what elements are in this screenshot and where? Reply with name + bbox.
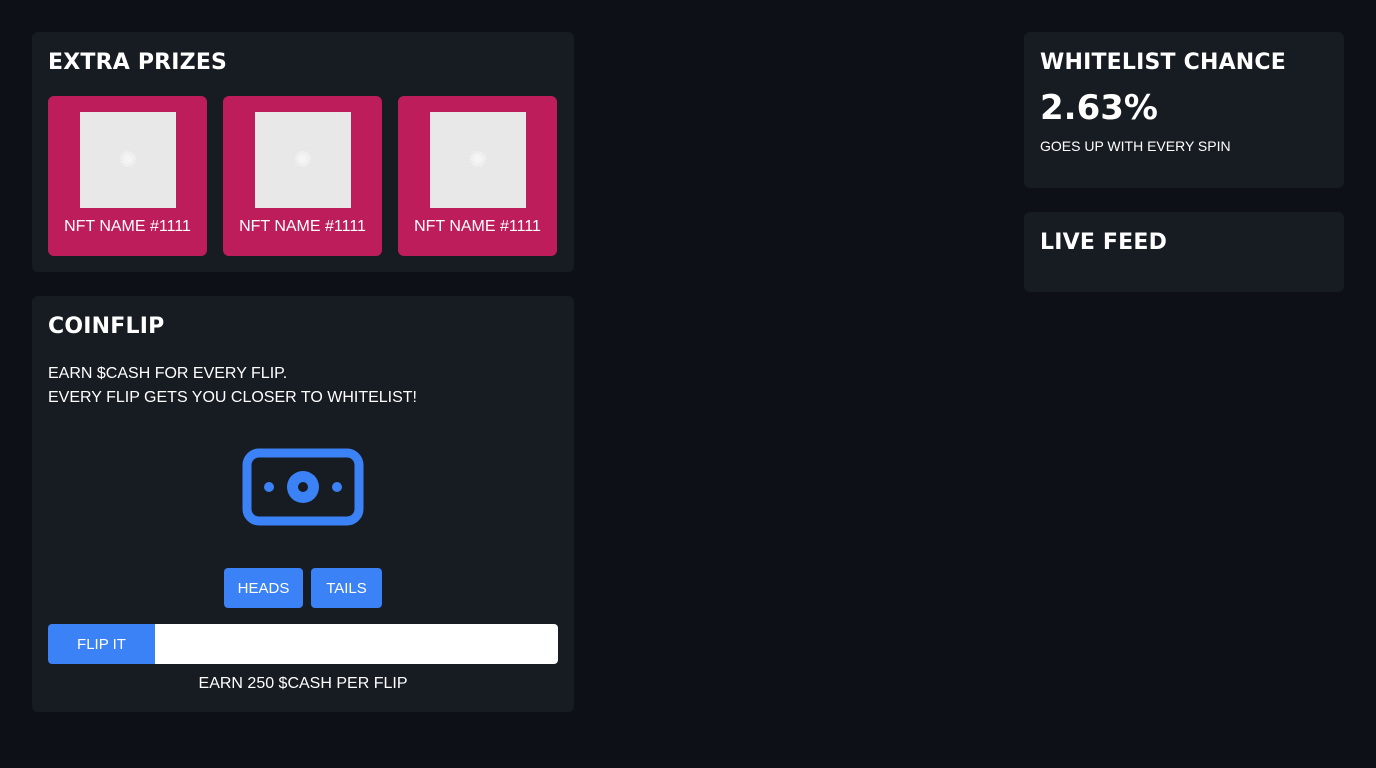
page: EXTRA PRIZES ✺ NFT NAME #1111 ✺ NFT NAME… — [0, 0, 1376, 768]
side-choice: HEADS TAILS — [224, 568, 382, 608]
whitelist-chance-card: WHITELIST CHANCE 2.63% GOES UP WITH EVER… — [1024, 32, 1344, 188]
loading-spinner-icon: ✺ — [293, 147, 313, 172]
prize-image: ✺ — [430, 112, 526, 208]
prize-image: ✺ — [255, 112, 351, 208]
tails-button[interactable]: TAILS — [311, 568, 382, 608]
whitelist-chance-value: 2.63% — [1040, 88, 1158, 128]
prize-name: NFT NAME #1111 — [64, 218, 191, 235]
prize-name: NFT NAME #1111 — [239, 218, 366, 235]
flip-it-button[interactable]: FLIP IT — [48, 624, 155, 664]
coinflip-description: EARN $CASH FOR EVERY FLIP. EVERY FLIP GE… — [48, 362, 417, 410]
earn-per-flip-note: EARN 250 $CASH PER FLIP — [198, 675, 408, 692]
description-line-2: EVERY FLIP GETS YOU CLOSER TO WHITELIST! — [48, 389, 417, 406]
prize-image: ✺ — [80, 112, 176, 208]
description-line-1: EARN $CASH FOR EVERY FLIP. — [48, 365, 288, 382]
flip-amount-input[interactable] — [155, 624, 558, 664]
prize-item[interactable]: ✺ NFT NAME #1111 — [223, 96, 382, 256]
loading-spinner-icon: ✺ — [468, 147, 488, 172]
flip-control: FLIP IT — [48, 624, 558, 664]
live-feed-card: LIVE FEED — [1024, 212, 1344, 292]
extra-prizes-title: EXTRA PRIZES — [48, 50, 228, 75]
cash-icon — [242, 448, 364, 526]
prize-name: NFT NAME #1111 — [414, 218, 541, 235]
loading-spinner-icon: ✺ — [118, 147, 138, 172]
coinflip-card: COINFLIP EARN $CASH FOR EVERY FLIP. EVER… — [32, 296, 574, 712]
whitelist-chance-title: WHITELIST CHANCE — [1040, 50, 1286, 75]
whitelist-chance-subtitle: GOES UP WITH EVERY SPIN — [1040, 138, 1231, 154]
prize-item[interactable]: ✺ NFT NAME #1111 — [398, 96, 557, 256]
heads-button[interactable]: HEADS — [224, 568, 303, 608]
extra-prizes-card: EXTRA PRIZES ✺ NFT NAME #1111 ✺ NFT NAME… — [32, 32, 574, 272]
coinflip-title: COINFLIP — [48, 314, 165, 339]
prize-item[interactable]: ✺ NFT NAME #1111 — [48, 96, 207, 256]
live-feed-title: LIVE FEED — [1040, 230, 1168, 255]
prize-list: ✺ NFT NAME #1111 ✺ NFT NAME #1111 ✺ NFT … — [48, 96, 557, 256]
